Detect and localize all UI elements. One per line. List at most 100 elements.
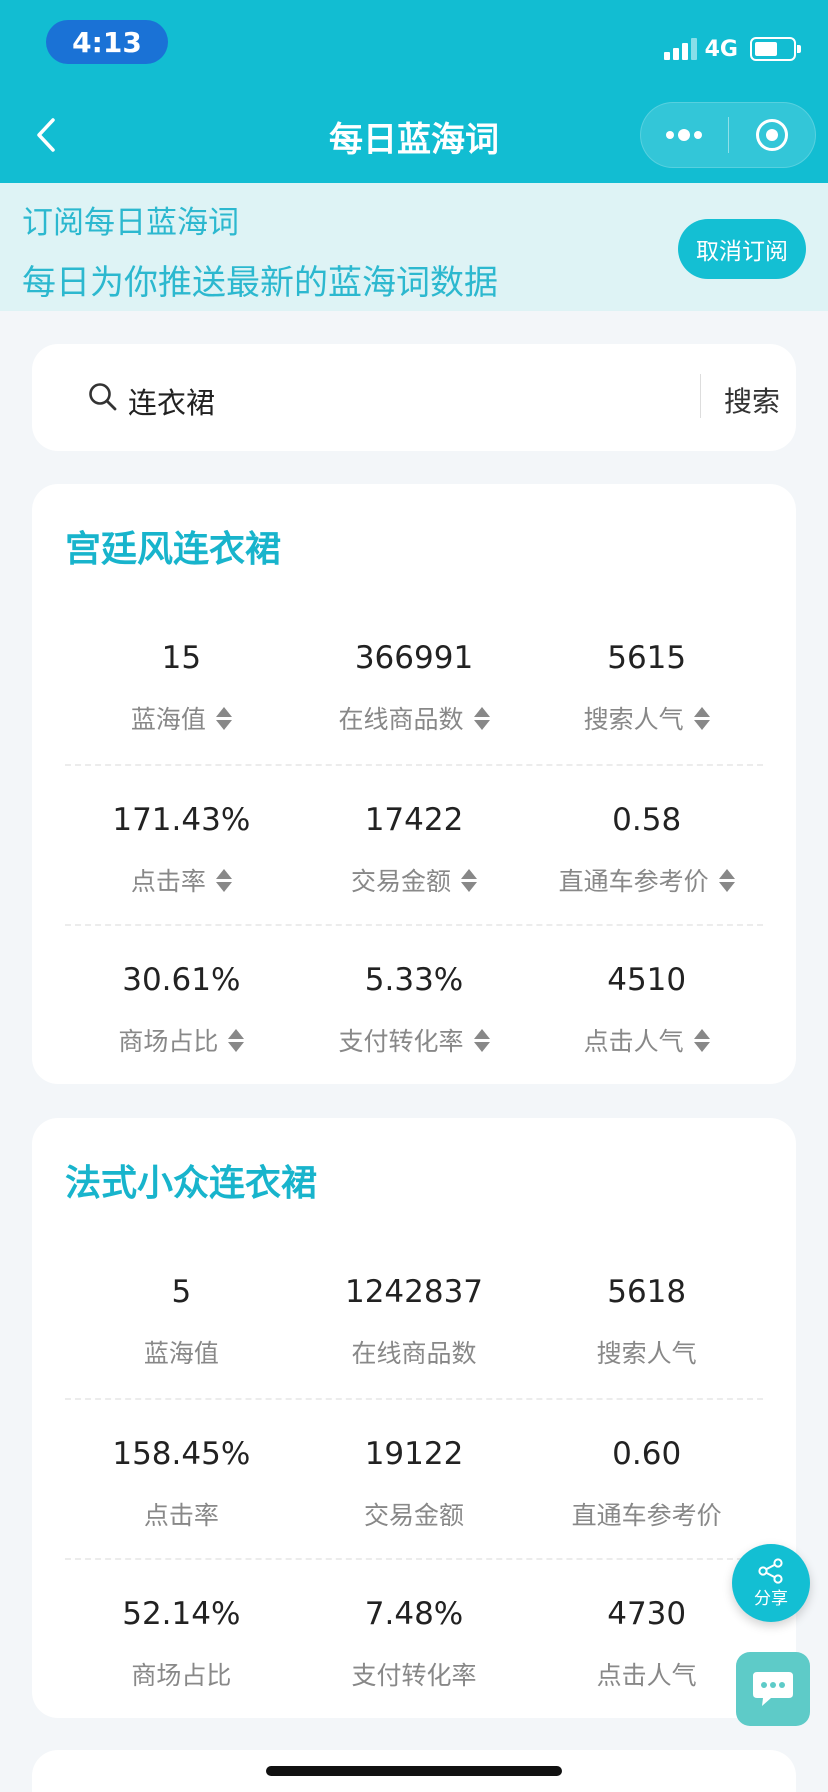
keyword-card: 宫廷风连衣裙 15 蓝海值 366991 在线商品数 5615 搜索人气 171… [32, 484, 796, 1084]
stat-label: 交易金额 [364, 1501, 465, 1530]
search-input[interactable]: 连衣裙 [128, 380, 215, 422]
sort-icon [215, 706, 232, 730]
sort-icon [693, 1028, 710, 1052]
share-button[interactable]: 分享 [732, 1544, 810, 1622]
search-button[interactable]: 搜索 [724, 380, 780, 420]
stat-cell: 17422 交易金额 [298, 766, 531, 924]
stat-value: 19122 [364, 1436, 464, 1472]
stat-cell: 15 蓝海值 [65, 604, 298, 764]
sort-icon [473, 1028, 490, 1052]
stat-row: 158.45% 点击率 19122 交易金额 0.60 直通车参考价 [65, 1398, 763, 1558]
stat-value: 52.14% [122, 1596, 241, 1632]
close-miniprogram-button[interactable] [729, 103, 816, 167]
keyword-title[interactable]: 法式小众连衣裙 [65, 1154, 317, 1206]
sort-toggle[interactable]: 点击率 [131, 864, 232, 896]
banner-title: 订阅每日蓝海词 [22, 205, 239, 241]
stat-value: 5615 [607, 640, 687, 676]
stat-label: 在线商品数 [338, 705, 464, 734]
stat-cell: 1242837 在线商品数 [298, 1238, 531, 1398]
keyword-title[interactable]: 宫廷风连衣裙 [65, 520, 281, 572]
app-header: 4:13 4G 每日蓝海词 [0, 0, 828, 183]
network-type: 4G [704, 36, 738, 62]
stat-value: 0.60 [612, 1436, 682, 1472]
stat-label: 搜索人气 [596, 1339, 697, 1368]
stat-value: 5.33% [364, 962, 464, 998]
stat-value: 1242837 [344, 1274, 484, 1310]
stat-label: 点击人气 [583, 1027, 684, 1056]
stat-label: 商场占比 [118, 1027, 219, 1056]
stat-cell: 4730 点击人气 [530, 1560, 763, 1718]
stat-value: 5618 [607, 1274, 687, 1310]
stat-cell: 0.58 直通车参考价 [530, 766, 763, 924]
stat-cell: 30.61% 商场占比 [65, 926, 298, 1084]
stat-label: 蓝海值 [143, 1339, 219, 1368]
stat-cell: 171.43% 点击率 [65, 766, 298, 924]
target-icon [755, 119, 788, 151]
stat-value: 4510 [607, 962, 687, 998]
stat-value: 15 [161, 640, 202, 676]
sort-toggle[interactable]: 搜索人气 [584, 702, 710, 734]
stat-value: 7.48% [364, 1596, 464, 1632]
chat-bubble-icon [753, 1672, 793, 1706]
sort-toggle[interactable]: 点击人气 [584, 1024, 710, 1056]
stat-cell: 5 蓝海值 [65, 1238, 298, 1398]
unsubscribe-button[interactable]: 取消订阅 [678, 219, 806, 279]
more-button[interactable] [641, 103, 728, 167]
keyword-card: 法式小众连衣裙 5 蓝海值 1242837 在线商品数 5618 搜索人气 15… [32, 1118, 796, 1718]
search-icon [89, 383, 117, 411]
stat-row: 52.14% 商场占比 7.48% 支付转化率 4730 点击人气 [65, 1558, 763, 1718]
sort-toggle[interactable]: 商场占比 [118, 1024, 245, 1056]
more-dots-icon [666, 129, 703, 141]
status-indicators: 4G [663, 34, 801, 64]
stat-value: 30.61% [122, 962, 241, 998]
stat-cell: 4510 点击人气 [530, 926, 763, 1084]
stat-label: 直通车参考价 [571, 1501, 722, 1530]
stat-row: 5 蓝海值 1242837 在线商品数 5618 搜索人气 [65, 1238, 763, 1398]
stat-label: 商场占比 [131, 1661, 232, 1690]
share-icon [758, 1557, 783, 1584]
stat-cell: 19122 交易金额 [298, 1400, 531, 1558]
home-indicator [266, 1766, 562, 1776]
stat-label: 点击率 [143, 1501, 219, 1530]
stat-label: 蓝海值 [130, 705, 206, 734]
customer-service-button[interactable] [736, 1652, 810, 1726]
status-time: 4:13 [46, 20, 168, 64]
sort-icon [473, 706, 490, 730]
stat-cell: 5615 搜索人气 [530, 604, 763, 764]
sort-icon [228, 1028, 245, 1052]
subscribe-banner: 订阅每日蓝海词 每日为你推送最新的蓝海词数据 取消订阅 [0, 183, 828, 311]
sort-icon [693, 706, 710, 730]
sort-toggle[interactable]: 支付转化率 [339, 1024, 490, 1056]
miniprogram-capsule [640, 102, 816, 168]
share-label: 分享 [754, 1588, 788, 1609]
stat-value: 366991 [354, 640, 474, 676]
sort-icon [718, 868, 735, 892]
stat-cell: 5618 搜索人气 [530, 1238, 763, 1398]
stat-label: 支付转化率 [351, 1661, 477, 1690]
stat-value: 0.58 [612, 802, 682, 838]
sort-toggle[interactable]: 蓝海值 [131, 702, 232, 734]
signal-icon [663, 38, 697, 60]
stat-cell: 7.48% 支付转化率 [298, 1560, 531, 1718]
stat-cell: 158.45% 点击率 [65, 1400, 298, 1558]
stat-label: 直通车参考价 [558, 867, 709, 896]
stat-label: 支付转化率 [338, 1027, 464, 1056]
stat-cell: 366991 在线商品数 [298, 604, 531, 764]
banner-subtitle: 每日为你推送最新的蓝海词数据 [22, 263, 498, 303]
stat-cell: 52.14% 商场占比 [65, 1560, 298, 1718]
sort-icon [461, 868, 478, 892]
sort-toggle[interactable]: 在线商品数 [339, 702, 490, 734]
battery-icon [750, 37, 801, 61]
sort-toggle[interactable]: 交易金额 [351, 864, 478, 896]
stat-row: 15 蓝海值 366991 在线商品数 5615 搜索人气 [65, 604, 763, 764]
sort-icon [215, 868, 232, 892]
stat-value: 158.45% [112, 1436, 251, 1472]
search-bar: 连衣裙 搜索 [32, 344, 796, 451]
stat-label: 点击人气 [596, 1661, 697, 1690]
stat-value: 171.43% [112, 802, 251, 838]
stat-cell: 0.60 直通车参考价 [530, 1400, 763, 1558]
stat-label: 交易金额 [351, 867, 452, 896]
stat-value: 17422 [364, 802, 464, 838]
sort-toggle[interactable]: 直通车参考价 [559, 864, 735, 896]
stat-row: 30.61% 商场占比 5.33% 支付转化率 4510 点击人气 [65, 924, 763, 1084]
